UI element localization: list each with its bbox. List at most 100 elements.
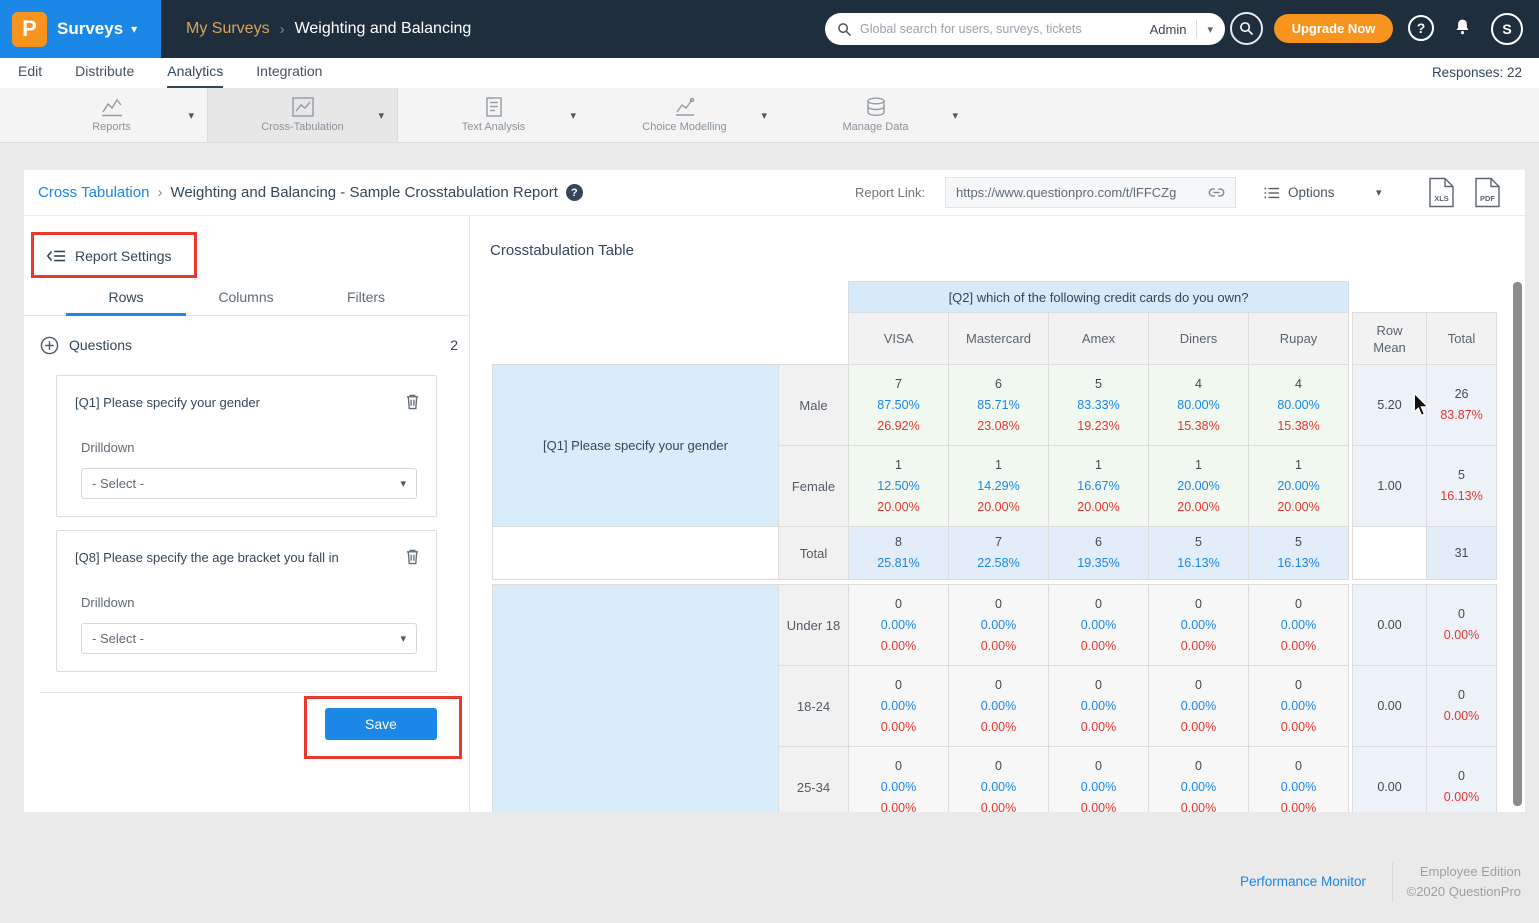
cross-tabulation-link[interactable]: Cross Tabulation <box>38 184 149 201</box>
row-header: 25-34 <box>779 747 849 813</box>
table-row: [Q1] Please specify your genderMale787.5… <box>493 365 1497 446</box>
row-mean-cell: 0.00 <box>1353 747 1427 813</box>
tab-rows[interactable]: Rows <box>66 282 186 316</box>
ribbon-choice-modelling[interactable]: Choice Modelling ▾ <box>589 88 780 142</box>
export-xls-button[interactable]: XLS <box>1428 177 1455 208</box>
chevron-down-icon[interactable]: ▾ <box>1207 23 1213 36</box>
table-row: [Q2] which of the following credit cards… <box>493 282 1497 313</box>
tab-filters[interactable]: Filters <box>306 282 426 316</box>
help-button[interactable]: ? <box>1408 15 1434 41</box>
cell-value: 0.00% <box>1149 798 1248 813</box>
delete-question-button[interactable] <box>405 548 420 565</box>
cell-value: 0.00% <box>1049 717 1148 738</box>
chevron-down-icon[interactable]: ▾ <box>131 22 137 36</box>
cell-value: 0 <box>1149 756 1248 777</box>
column-header-amex: Amex <box>1049 313 1149 365</box>
user-avatar[interactable]: S <box>1491 13 1523 45</box>
row-header: Under 18 <box>779 585 849 666</box>
breadcrumb-my-surveys[interactable]: My Surveys <box>186 20 270 38</box>
export-pdf-button[interactable]: PDF <box>1474 177 1501 208</box>
table-cell: 00.00%0.00% <box>849 747 949 813</box>
report-link-input[interactable]: https://www.questionpro.com/t/lFFCZg <box>945 177 1236 208</box>
nav-analytics[interactable]: Analytics <box>167 58 223 88</box>
notifications-bell-icon[interactable] <box>1452 17 1473 38</box>
ribbon-label: Reports <box>92 121 131 133</box>
chevron-down-icon[interactable]: ▾ <box>378 109 384 122</box>
row-group-label: [Q1] Please specify your gender <box>493 365 779 527</box>
ribbon-text-analysis[interactable]: Text Analysis ▾ <box>398 88 589 142</box>
table-cell: 00.00%0.00% <box>949 747 1049 813</box>
cell-value: 1 <box>1149 455 1248 476</box>
cell-value: 15.38% <box>1149 416 1248 437</box>
row-total-cell: 00.00% <box>1427 747 1497 813</box>
chevron-down-icon[interactable]: ▾ <box>1376 186 1382 199</box>
ribbon-label: Cross-Tabulation <box>261 121 344 133</box>
chevron-down-icon[interactable]: ▾ <box>570 109 576 122</box>
row-total-cell: 00.00% <box>1427 666 1497 747</box>
xls-file-icon <box>1428 177 1455 208</box>
drilldown-select[interactable]: - Select - ▾ <box>81 623 417 654</box>
column-header-total: Total <box>1427 313 1497 365</box>
add-question-icon[interactable] <box>40 336 59 355</box>
table-cell: 00.00%0.00% <box>1249 666 1349 747</box>
ribbon-reports[interactable]: Reports ▾ <box>16 88 207 142</box>
search-scope-selector[interactable]: Admin <box>1150 22 1187 37</box>
cell-value: 0 <box>849 756 948 777</box>
cell-value: 0.00% <box>849 717 948 738</box>
help-icon[interactable]: ? <box>566 184 583 201</box>
ribbon-manage-data[interactable]: Manage Data ▾ <box>780 88 971 142</box>
cell-value: 0.00% <box>849 615 948 636</box>
save-button[interactable]: Save <box>325 708 437 740</box>
chevron-down-icon[interactable]: ▾ <box>952 109 958 122</box>
table-cell: 00.00%0.00% <box>1149 747 1249 813</box>
search-icon <box>837 22 852 37</box>
report-settings-button[interactable]: Report Settings <box>40 240 178 272</box>
table-cell: 00.00%0.00% <box>1049 666 1149 747</box>
performance-monitor-link[interactable]: Performance Monitor <box>1240 874 1366 889</box>
cell-value: 0.00% <box>1427 787 1496 808</box>
cell-value: 16.67% <box>1049 476 1148 497</box>
row-mean-cell: 0.00 <box>1353 585 1427 666</box>
row-total-cell: 516.13% <box>1427 446 1497 527</box>
surveys-product-menu[interactable]: P Surveys ▾ <box>0 0 161 58</box>
cell-value: 0 <box>1427 685 1496 706</box>
column-header-mastercard: Mastercard <box>949 313 1049 365</box>
nav-edit[interactable]: Edit <box>18 58 42 88</box>
chevron-down-icon[interactable]: ▾ <box>188 109 194 122</box>
table-cell: 480.00%15.38% <box>1249 365 1349 446</box>
chevron-down-icon[interactable]: ▾ <box>761 109 767 122</box>
upgrade-now-button[interactable]: Upgrade Now <box>1274 14 1393 43</box>
vertical-scrollbar[interactable] <box>1513 282 1522 806</box>
search-button[interactable] <box>1230 12 1263 45</box>
report-settings-panel: Report Settings Rows Columns Filters Que… <box>24 216 470 812</box>
nav-integration[interactable]: Integration <box>256 58 322 88</box>
global-search-input[interactable]: Global search for users, surveys, ticket… <box>825 13 1225 45</box>
settings-tabs: Rows Columns Filters <box>24 282 470 316</box>
ribbon-cross-tabulation[interactable]: Cross-Tabulation ▾ <box>207 88 398 142</box>
table-cell: 00.00%0.00% <box>849 585 949 666</box>
link-icon[interactable] <box>1208 184 1225 201</box>
cell-value: 1 <box>1049 455 1148 476</box>
cell-value: 20.00% <box>1149 476 1248 497</box>
nav-distribute[interactable]: Distribute <box>75 58 134 88</box>
collapse-panel-icon <box>46 248 66 264</box>
cell-value: 0.00% <box>949 615 1048 636</box>
cell-value: 0 <box>1149 594 1248 615</box>
tab-columns[interactable]: Columns <box>186 282 306 316</box>
cell-value: 0 <box>949 594 1048 615</box>
cell-value: 20.00% <box>949 497 1048 518</box>
list-options-icon <box>1264 186 1280 200</box>
cell-value: 8 <box>849 532 948 553</box>
table-cell: 480.00%15.38% <box>1149 365 1249 446</box>
drilldown-select[interactable]: - Select - ▾ <box>81 468 417 499</box>
cell-value: 0 <box>949 675 1048 696</box>
cell-value: 6 <box>1049 532 1148 553</box>
cell-value: 20.00% <box>1149 497 1248 518</box>
delete-question-button[interactable] <box>405 393 420 410</box>
cell-value: 19.23% <box>1049 416 1148 437</box>
options-menu[interactable]: Options <box>1264 170 1335 215</box>
question-card-q8: [Q8] Please specify the age bracket you … <box>56 530 437 672</box>
choice-modelling-icon <box>674 97 696 117</box>
table-cell: 619.35% <box>1049 527 1149 580</box>
cell-value: 0 <box>1049 594 1148 615</box>
